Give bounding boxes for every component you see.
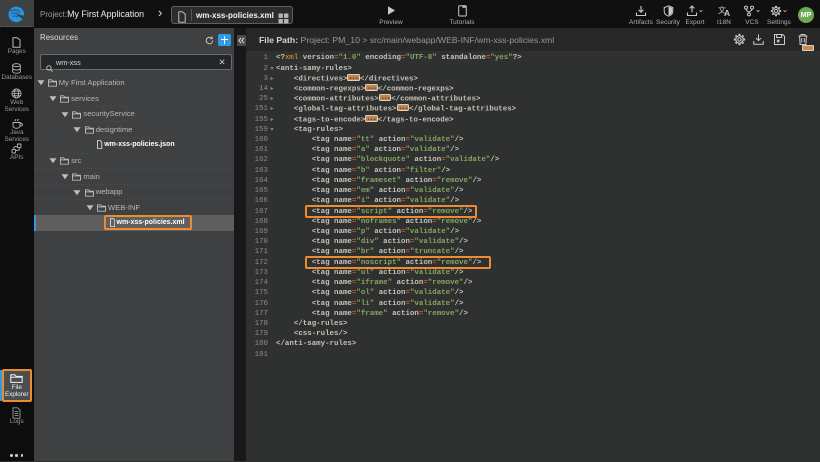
svg-text:A: A	[724, 8, 730, 17]
